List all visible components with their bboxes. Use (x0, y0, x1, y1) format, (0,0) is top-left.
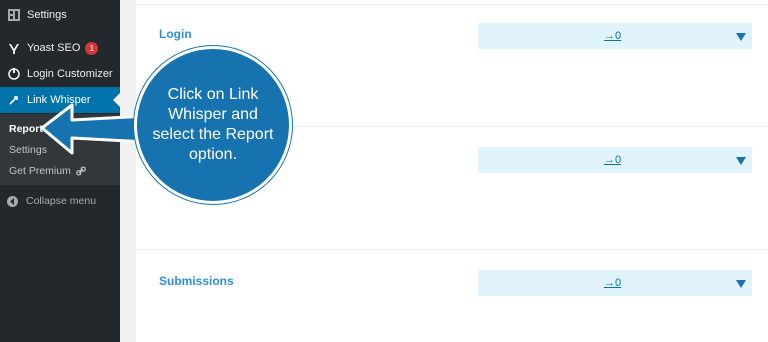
settings-icon (7, 8, 21, 22)
dropdown-arrow-icon (736, 280, 746, 288)
sidebar-item-label: Settings (27, 9, 67, 21)
dropdown-arrow-icon (736, 33, 746, 41)
callout-arrow-icon (40, 103, 150, 155)
second-select[interactable]: →0 (478, 147, 752, 173)
dropdown-arrow-icon (736, 157, 746, 165)
submissions-select[interactable]: →0 (478, 270, 752, 296)
select-value[interactable]: →0 (604, 154, 621, 166)
instruction-callout: Click on Link Whisper and select the Rep… (134, 46, 292, 204)
row-label-submissions: Submissions (159, 274, 234, 288)
collapse-menu-button[interactable]: Collapse menu (7, 195, 96, 207)
collapse-label: Collapse menu (26, 195, 97, 207)
sidebar-item-label: Yoast SEO (27, 42, 81, 54)
collapse-icon (7, 195, 18, 207)
login-select[interactable]: →0 (478, 23, 752, 49)
divider (136, 4, 768, 5)
sidebar-item-login-customizer[interactable]: Login Customizer (0, 61, 120, 87)
customizer-icon (7, 67, 21, 81)
row-label-login: Login (159, 27, 192, 41)
divider (136, 249, 768, 250)
sidebar-item-settings[interactable]: Settings (0, 2, 120, 28)
sidebar-item-label: Login Customizer (27, 68, 113, 80)
link-whisper-icon (7, 93, 21, 107)
select-value[interactable]: →0 (604, 277, 621, 289)
sidebar-item-yoast[interactable]: Yoast SEO 1 (0, 35, 120, 61)
callout-text: Click on Link Whisper and select the Rep… (152, 86, 274, 163)
select-value[interactable]: →0 (604, 30, 621, 42)
notification-badge: 1 (85, 41, 99, 55)
yoast-icon (7, 41, 21, 55)
